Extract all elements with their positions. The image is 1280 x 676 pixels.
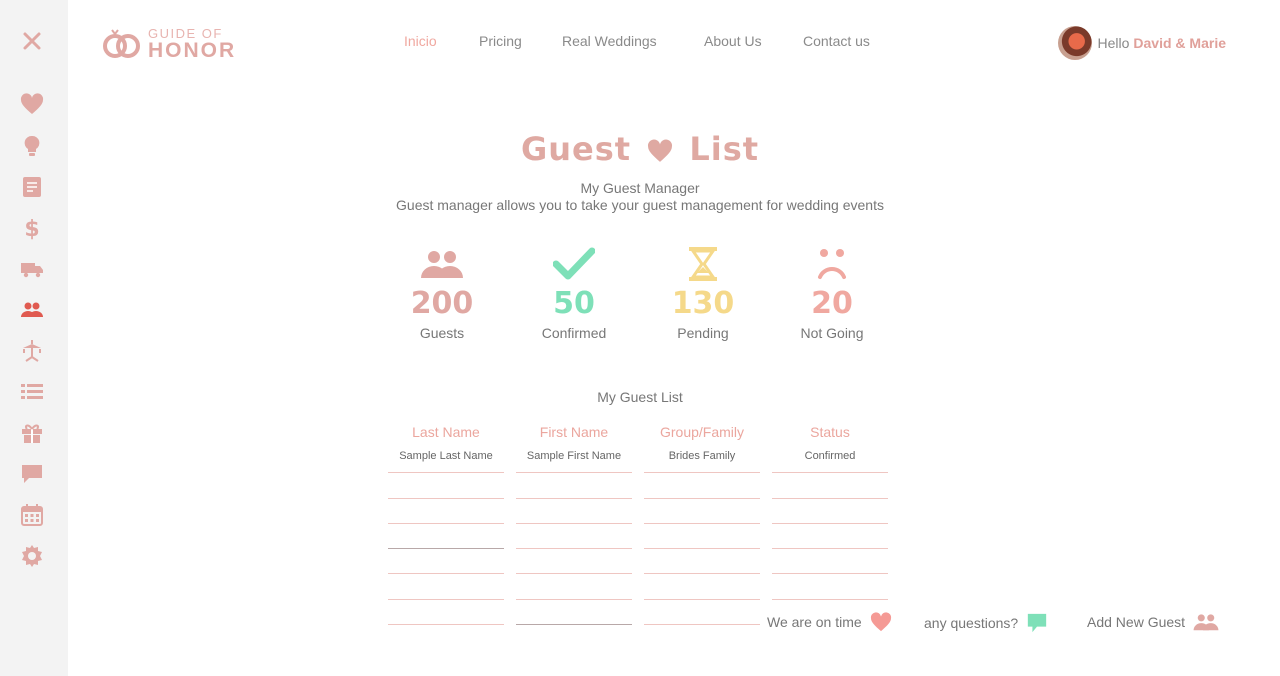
title-right: List — [689, 130, 760, 168]
calendar-icon[interactable] — [18, 501, 46, 529]
table-cell[interactable] — [772, 524, 888, 550]
close-icon[interactable] — [18, 27, 46, 55]
stat-label: Confirmed — [541, 325, 607, 341]
stat-value: 20 — [811, 286, 853, 321]
guests-icon — [421, 251, 463, 278]
table-cell[interactable] — [644, 473, 760, 499]
table-cell[interactable] — [516, 549, 632, 575]
stat-value: 200 — [410, 286, 474, 321]
guest-list-title: My Guest List — [597, 389, 683, 405]
nav-real-weddings[interactable]: Real Weddings — [562, 33, 657, 49]
column-last-name: Last Name Sample Last Name — [388, 424, 504, 626]
nav-contact-us[interactable]: Contact us — [803, 33, 870, 49]
heart-icon[interactable] — [18, 91, 46, 119]
user-names: David & Marie — [1133, 35, 1226, 51]
table-cell[interactable] — [516, 499, 632, 524]
nav-inicio[interactable]: Inicio — [404, 33, 437, 49]
logo-line2: HONOR — [148, 39, 237, 62]
chat-icon[interactable] — [18, 460, 46, 488]
table-cell[interactable]: Sample First Name — [516, 448, 632, 474]
column-header: Group/Family — [659, 424, 745, 440]
chat-icon — [1028, 613, 1047, 633]
table-cell[interactable] — [388, 524, 504, 550]
guests-icon — [1193, 614, 1219, 631]
cake-table-icon[interactable] — [18, 337, 46, 365]
gift-icon[interactable] — [18, 419, 46, 447]
truck-icon[interactable] — [18, 255, 46, 283]
sidebar: $ — [0, 0, 68, 676]
table-cell[interactable] — [388, 549, 504, 575]
greeting: Hello — [1097, 35, 1130, 51]
table-cell[interactable] — [388, 600, 504, 626]
hourglass-icon — [689, 247, 717, 281]
table-cell[interactable] — [644, 574, 760, 600]
add-guest-label: Add New Guest — [1087, 614, 1186, 630]
stat-guests: 200 Guests — [387, 246, 497, 341]
title-left: Guest — [520, 130, 632, 168]
check-icon — [553, 247, 595, 280]
stat-pending: 130 Pending — [648, 246, 758, 341]
stat-value: 50 — [553, 286, 595, 321]
stat-value: 130 — [671, 286, 735, 321]
on-time-button[interactable]: We are on time — [767, 612, 892, 632]
column-header: Last Name — [412, 424, 480, 440]
stat-label: Guests — [419, 325, 465, 341]
table-cell[interactable] — [516, 574, 632, 600]
dollar-icon[interactable]: $ — [18, 214, 46, 242]
column-status: Status Confirmed — [772, 424, 888, 600]
add-new-guest-button[interactable]: Add New Guest — [1087, 612, 1219, 632]
table-cell[interactable] — [516, 473, 632, 499]
table-cell[interactable] — [644, 524, 760, 550]
table-cell[interactable] — [644, 499, 760, 524]
sad-face-icon — [818, 249, 846, 279]
table-cell[interactable] — [388, 473, 504, 499]
table-cell[interactable]: Brides Family — [644, 448, 760, 474]
table-cell[interactable] — [516, 600, 632, 626]
logo[interactable]: GUIDE OF HONOR — [102, 26, 242, 62]
on-time-label: We are on time — [767, 614, 862, 630]
questions-button[interactable]: any questions? — [924, 612, 1048, 634]
heart-icon — [870, 612, 891, 632]
table-cell[interactable] — [772, 549, 888, 575]
stat-not-going: 20 Not Going — [777, 246, 887, 341]
table-cell[interactable]: Sample Last Name — [388, 448, 504, 474]
stat-label: Pending — [677, 325, 729, 341]
nav-pricing[interactable]: Pricing — [479, 33, 522, 49]
page-description: Guest manager allows you to take your gu… — [396, 197, 884, 213]
table-cell[interactable] — [772, 574, 888, 600]
page-title: Guest List — [0, 130, 1280, 168]
column-header: First Name — [539, 424, 609, 440]
table-cell[interactable] — [388, 574, 504, 600]
questions-label: any questions? — [924, 615, 1019, 631]
user-menu[interactable]: Hello David & Marie — [1057, 25, 1226, 61]
heart-icon — [648, 139, 673, 162]
avatar[interactable] — [1057, 26, 1092, 60]
gear-icon[interactable] — [18, 542, 46, 570]
nav-about-us[interactable]: About Us — [704, 33, 762, 49]
table-cell[interactable] — [772, 473, 888, 499]
table-cell[interactable] — [772, 499, 888, 524]
table-cell[interactable] — [388, 499, 504, 524]
svg-text:$: $ — [24, 217, 39, 240]
column-group-family: Group/Family Brides Family — [644, 424, 760, 626]
guests-icon[interactable] — [18, 296, 46, 324]
stat-label: Not Going — [800, 325, 864, 341]
rings-icon — [103, 29, 140, 58]
table-cell[interactable] — [644, 549, 760, 575]
column-header: Status — [810, 424, 850, 440]
column-first-name: First Name Sample First Name — [516, 424, 632, 626]
table-cell[interactable] — [516, 524, 632, 550]
table-cell[interactable]: Confirmed — [772, 448, 888, 474]
table-cell[interactable] — [644, 600, 760, 626]
stat-confirmed: 50 Confirmed — [519, 246, 629, 341]
page-subtitle: My Guest Manager — [580, 180, 700, 196]
